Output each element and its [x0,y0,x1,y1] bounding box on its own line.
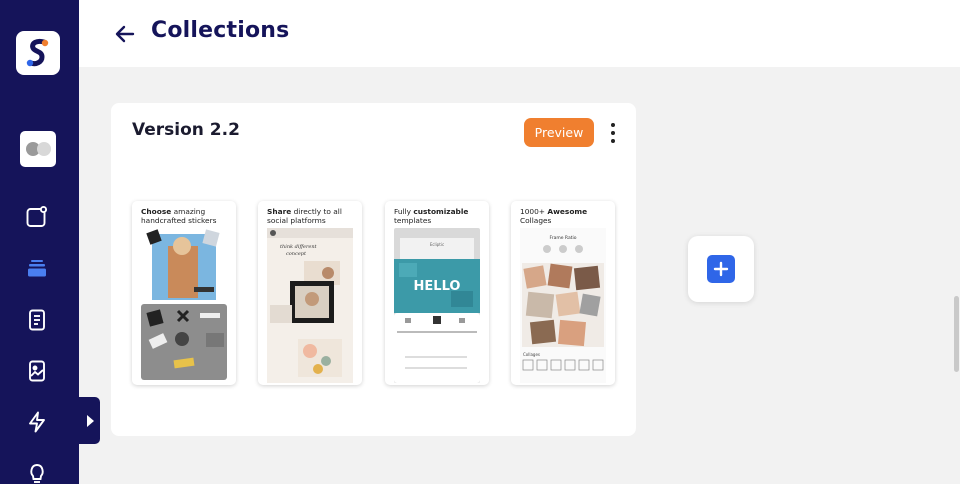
nav-item-ideas[interactable] [25,461,49,484]
svg-text:HELLO: HELLO [414,279,461,294]
sidebar [0,0,79,484]
more-options-button[interactable] [607,121,619,145]
screenshot-mockup: Frame Ratio Collages [520,228,606,383]
version-card: Version 2.2 Preview Choose amazing handc… [111,103,636,436]
nav-item-automations[interactable] [25,410,49,434]
svg-text:concept: concept [286,251,307,257]
app-thumbnail[interactable] [20,131,56,167]
app-badge-icon [26,205,48,227]
back-button[interactable] [113,22,137,46]
arrow-left-icon [115,25,135,43]
svg-text:Frame Ratio: Frame Ratio [549,235,576,241]
nav-item-collections[interactable] [25,257,49,281]
app-screenshot-3[interactable]: Fully customizable templates Ecliptic HE… [385,201,489,385]
screenshot-mockup: Ecliptic HELLO [394,228,480,383]
more-vertical-icon [611,139,615,143]
app-thumbnail-dot-light [36,142,51,156]
screenshot-mockup [141,229,227,380]
app-screenshot-4[interactable]: 1000+ Awesome Collages Frame Ratio Colla… [511,201,615,385]
stack-icon [28,260,46,277]
lightbulb-icon [30,464,44,483]
page-scrollbar[interactable] [954,296,959,372]
svg-text:Ecliptic: Ecliptic [430,242,444,247]
caret-right-icon [86,414,94,427]
more-vertical-icon [611,131,615,135]
brand-logo[interactable] [16,31,60,75]
sidebar-expand-button[interactable] [79,397,100,444]
plus-icon [713,261,729,277]
add-version-button-inner [707,255,735,283]
svg-text:Collages: Collages [523,352,540,357]
image-icon [29,360,45,382]
preview-button[interactable]: Preview [524,118,594,147]
svg-text:think different: think different [280,244,318,250]
add-version-button[interactable] [688,236,754,302]
document-icon [29,309,45,331]
nav-item-documents[interactable] [25,308,49,332]
nav-item-apps[interactable] [25,205,49,229]
screenshot-mockup: think different concept [267,228,353,383]
app-screenshot-2[interactable]: Share directly to all social platforms t… [258,201,362,385]
nav-item-images[interactable] [25,359,49,383]
page-title: Collections [151,18,290,43]
brand-logo-icon [26,38,49,67]
app-screenshot-1[interactable]: Choose amazing handcrafted stickers [132,201,236,385]
more-vertical-icon [611,123,615,127]
page-header: Collections [79,0,960,67]
lightning-icon [29,411,45,433]
version-title: Version 2.2 [132,120,240,140]
